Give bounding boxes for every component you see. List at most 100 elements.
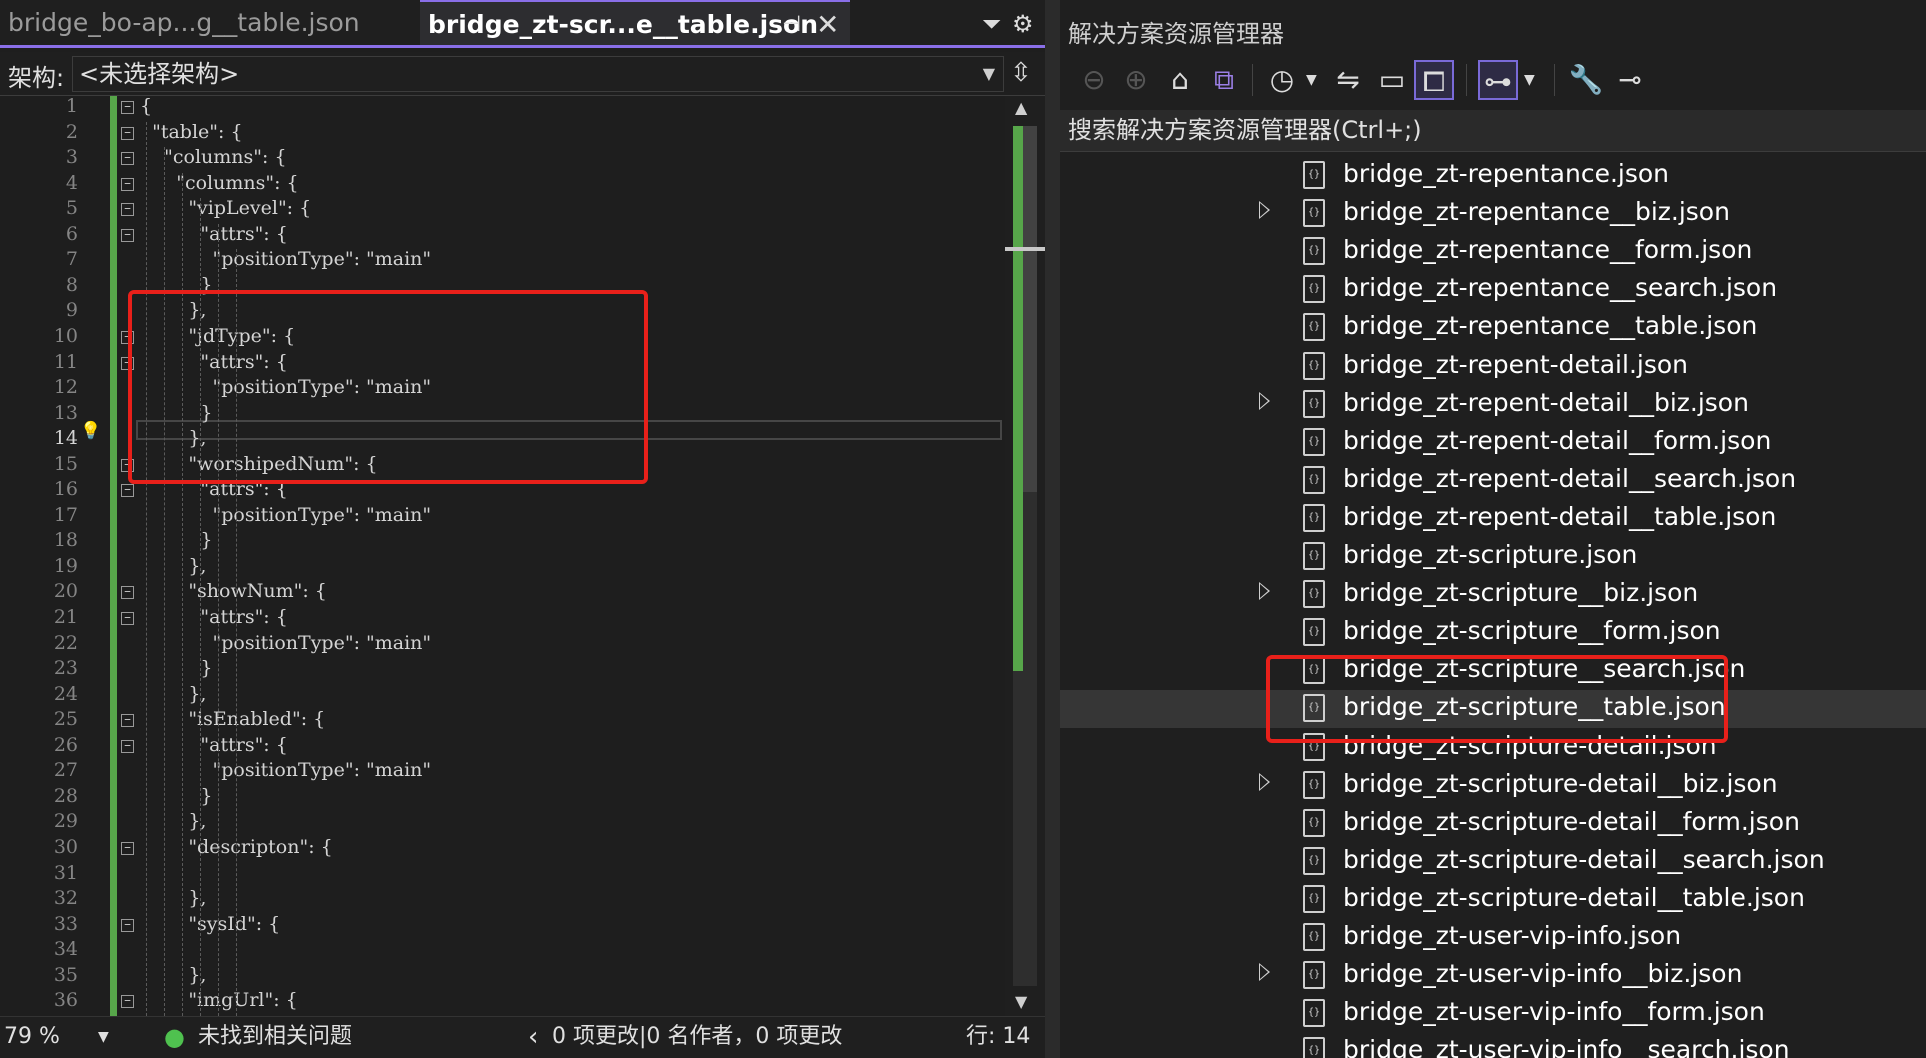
scroll-change-marker <box>1013 126 1023 671</box>
gear-icon[interactable]: ⚙ <box>1012 4 1034 44</box>
vertical-scrollbar[interactable]: ▲ ▼ <box>1005 96 1045 1016</box>
tree-item-label: bridge_zt-repentance__biz.json <box>1343 197 1730 227</box>
architecture-dropdown[interactable]: <未选择架构> ▼ <box>72 56 1004 92</box>
tree-item[interactable]: {} bridge_zt-repent-detail__form.json <box>1060 424 1926 462</box>
json-file-icon: {} <box>1303 618 1325 647</box>
back-icon[interactable]: ⊖ <box>1074 60 1114 100</box>
line-number: 2 <box>65 120 78 143</box>
collapse-all-icon[interactable]: ▭ <box>1372 60 1412 100</box>
tree-item[interactable]: {} bridge_zt-repent-detail.json <box>1060 348 1926 386</box>
expand-arrow-icon[interactable] <box>1259 963 1270 982</box>
zoom-level[interactable]: 79 % <box>4 1017 60 1057</box>
fold-toggle-icon[interactable]: − <box>121 841 134 855</box>
fold-toggle-icon[interactable]: − <box>121 177 134 191</box>
json-file-icon: {} <box>1303 999 1325 1028</box>
fold-toggle-icon[interactable]: − <box>121 995 134 1009</box>
code-text-area[interactable]: 💡 1−{2− "table": {3− "columns": {4− "col… <box>0 96 1005 1016</box>
tree-item[interactable]: {} bridge_zt-repentance.json <box>1060 157 1926 195</box>
fold-toggle-icon[interactable]: − <box>121 484 134 498</box>
tree-item[interactable]: {} bridge_zt-scripture-detail__table.json <box>1060 881 1926 919</box>
toolbar-separator <box>1252 64 1253 96</box>
json-file-icon: {} <box>1303 237 1325 266</box>
tree-item[interactable]: {} bridge_zt-repentance__search.json <box>1060 271 1926 309</box>
scroll-up-icon[interactable]: ▲ <box>1015 98 1027 117</box>
expand-arrow-icon[interactable] <box>1259 391 1270 410</box>
sync-icon[interactable]: ⇋ <box>1328 60 1368 100</box>
zoom-dropdown-icon[interactable]: ▼ <box>98 1017 109 1057</box>
tree-item-label: bridge_zt-repentance__form.json <box>1343 235 1753 265</box>
tree-item[interactable]: {} bridge_zt-scripture__biz.json <box>1060 576 1926 614</box>
dropdown-list-icon[interactable]: ⏷ <box>982 4 1001 44</box>
forward-icon[interactable]: ⊕ <box>1116 60 1156 100</box>
preview-selected-icon[interactable]: ⊶ <box>1478 60 1518 100</box>
tree-item[interactable]: {} bridge_zt-repent-detail__search.json <box>1060 462 1926 500</box>
vs-switch-views-icon[interactable]: ⧉ <box>1204 60 1244 100</box>
tree-item[interactable]: {} bridge_zt-user-vip-info__biz.json <box>1060 957 1926 995</box>
tree-item[interactable]: {} bridge_zt-user-vip-info.json <box>1060 919 1926 957</box>
tree-item[interactable]: {} bridge_zt-repentance__form.json <box>1060 233 1926 271</box>
expand-arrow-icon[interactable] <box>1259 582 1270 601</box>
fold-toggle-icon[interactable]: − <box>121 228 134 242</box>
indent-guide <box>164 147 165 1016</box>
properties-icon[interactable]: 🔧 <box>1566 60 1606 100</box>
tab-bridge-zt-scripture-table[interactable]: bridge_zt-scr...e__table.json ⊣ ✕ <box>420 0 850 45</box>
document-tab-bar: bridge_bo-ap...g__table.json bridge_zt-s… <box>0 0 1045 48</box>
tree-item-label: bridge_zt-repent-detail__table.json <box>1343 501 1777 531</box>
chevron-down-icon[interactable]: ▼ <box>1524 60 1535 100</box>
code-line: "attrs": { <box>140 222 288 245</box>
explorer-search-input[interactable]: 搜索解决方案资源管理器(Ctrl+;) <box>1060 110 1926 152</box>
tree-item[interactable]: {} bridge_zt-scripture-detail__form.json <box>1060 805 1926 843</box>
panel-splitter[interactable] <box>1045 0 1060 1058</box>
fold-toggle-icon[interactable]: − <box>121 152 134 166</box>
settings-icon[interactable]: ⊸ <box>1610 60 1650 100</box>
line-number: 33 <box>53 912 78 935</box>
tree-item[interactable]: {} bridge_zt-scripture.json <box>1060 538 1926 576</box>
code-editor: bridge_bo-ap...g__table.json bridge_zt-s… <box>0 0 1045 1058</box>
json-file-icon: {} <box>1303 313 1325 342</box>
fold-toggle-icon[interactable]: − <box>121 739 134 753</box>
check-circle-icon: ● <box>164 1023 185 1051</box>
issues-status[interactable]: 未找到相关问题 <box>198 1017 352 1057</box>
tab-label: bridge_bo-ap...g__table.json <box>8 8 360 37</box>
expand-arrow-icon[interactable] <box>1259 772 1270 791</box>
fold-toggle-icon[interactable]: − <box>121 126 134 140</box>
fold-toggle-icon[interactable]: − <box>121 612 134 625</box>
tree-item[interactable]: {} bridge_zt-user-vip-info__search.json <box>1060 1033 1926 1058</box>
chevron-down-icon[interactable]: ▼ <box>1306 60 1317 100</box>
scroll-track[interactable] <box>1013 126 1037 986</box>
tree-item[interactable]: {} bridge_zt-scripture-detail__biz.json <box>1060 767 1926 805</box>
line-number-status[interactable]: 行: 14 <box>966 1017 1030 1057</box>
code-line: "sysId": { <box>140 912 281 935</box>
explorer-toolbar: ⊖ ⊕ ⌂ ⧉ ◷ ▼ ⇋ ▭ ⧠ ⊶ ▼ 🔧 ⊸ <box>1060 56 1926 104</box>
code-line: "positionType": "main" <box>140 759 432 782</box>
show-all-files-icon[interactable]: ⧠ <box>1414 60 1454 100</box>
tab-bridge-bo-app-table[interactable]: bridge_bo-ap...g__table.json <box>0 0 418 45</box>
line-number: 26 <box>53 733 78 756</box>
chevron-left-icon[interactable]: ‹ <box>528 1017 538 1057</box>
tree-item[interactable]: {} bridge_zt-repent-detail__biz.json <box>1060 386 1926 424</box>
lightbulb-icon[interactable]: 💡 <box>80 421 101 441</box>
tree-item[interactable]: {} bridge_zt-scripture__form.json <box>1060 614 1926 652</box>
line-number: 28 <box>53 784 78 807</box>
pending-changes-icon[interactable]: ◷ <box>1262 60 1302 100</box>
tree-item[interactable]: {} bridge_zt-repent-detail__table.json <box>1060 500 1926 538</box>
fold-toggle-icon[interactable]: − <box>121 203 134 217</box>
close-tab-icon[interactable]: ✕ <box>816 2 844 45</box>
fold-toggle-icon[interactable]: − <box>121 586 134 600</box>
fold-toggle-icon[interactable]: − <box>121 101 134 114</box>
expand-arrow-icon[interactable] <box>1259 201 1270 220</box>
architecture-value: <未选择架构> <box>79 60 240 88</box>
tree-item-label: bridge_zt-repent-detail__search.json <box>1343 463 1797 493</box>
tree-item[interactable]: {} bridge_zt-repentance__table.json <box>1060 309 1926 347</box>
tree-item[interactable]: {} bridge_zt-scripture-detail__search.jso… <box>1060 843 1926 881</box>
tree-item[interactable]: {} bridge_zt-repentance__biz.json <box>1060 195 1926 233</box>
scroll-down-icon[interactable]: ▼ <box>1015 992 1027 1011</box>
pin-tab-icon[interactable]: ⊣ <box>782 2 806 45</box>
split-window-icon[interactable]: ⇳ <box>1010 58 1032 88</box>
tree-item[interactable]: {} bridge_zt-user-vip-info__form.json <box>1060 995 1926 1033</box>
line-number: 27 <box>53 759 78 782</box>
home-icon[interactable]: ⌂ <box>1160 60 1200 100</box>
changes-status[interactable]: 0 项更改|0 名作者，0 项更改 <box>552 1017 842 1057</box>
fold-toggle-icon[interactable]: − <box>121 714 134 728</box>
fold-toggle-icon[interactable]: − <box>121 918 134 932</box>
